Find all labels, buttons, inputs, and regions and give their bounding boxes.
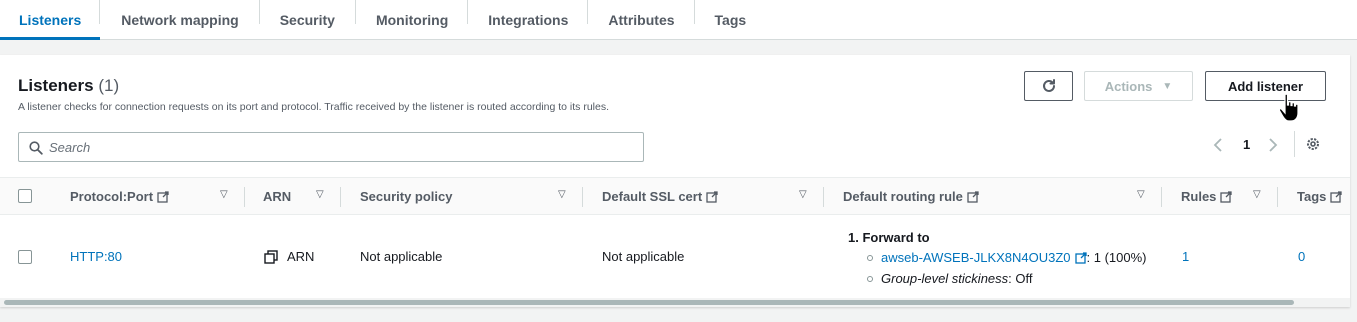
stickiness-label: Group-level stickiness [881, 271, 1009, 286]
column-default-routing-rule[interactable]: Default routing rule [843, 189, 979, 204]
stickiness-line: Group-level stickiness : Off [867, 271, 1032, 286]
tab-label: Monitoring [375, 11, 449, 28]
bullet-icon [867, 275, 873, 282]
add-listener-label: Add listener [1227, 78, 1304, 94]
tab-label: Security [279, 11, 335, 28]
listener-count: (1) [98, 76, 120, 95]
external-link-icon [1074, 251, 1087, 264]
external-link-icon [157, 190, 169, 203]
panel-description: A listener checks for connection request… [18, 101, 610, 113]
sort-caret-icon[interactable]: ▽ [220, 189, 228, 200]
tab-listeners[interactable]: Listeners [0, 0, 101, 40]
sort-caret-icon[interactable]: ▽ [799, 189, 807, 200]
column-tags[interactable]: Tags [1297, 189, 1343, 204]
security-policy-value: Not applicable [360, 249, 443, 264]
previous-page-button[interactable] [1213, 137, 1223, 153]
target-weight: : 1 (100%) [1086, 250, 1147, 265]
preferences-button[interactable] [1305, 136, 1321, 155]
routing-target-line: awseb-AWSEB-JLKX8N4OU3Z0 : 1 (100%) [867, 250, 1147, 265]
scrollbar-thumb[interactable] [4, 300, 1294, 305]
column-label: Default routing rule [843, 189, 963, 204]
refresh-icon [1042, 79, 1055, 92]
external-link-icon [1330, 190, 1343, 203]
table-header: Protocol:Port ▽ ARN ▽ Security policy ▽ … [0, 177, 1350, 215]
routing-rule-action: 1. Forward to [848, 230, 930, 245]
row-checkbox[interactable] [18, 250, 32, 264]
protocol-port-link[interactable]: HTTP:80 [70, 249, 122, 264]
actions-label: Actions [1104, 78, 1153, 94]
tab-label: Network mapping [121, 11, 239, 28]
tab-label: Attributes [608, 11, 675, 28]
ssl-cert-value: Not applicable [602, 249, 685, 264]
table-row: HTTP:80 ARN Not applicable Not applicabl… [0, 215, 1350, 295]
target-group-link[interactable]: awseb-AWSEB-JLKX8N4OU3Z0 [881, 250, 1071, 265]
listeners-panel: Listeners (1) A listener checks for conn… [0, 55, 1350, 307]
column-label: Protocol:Port [70, 189, 154, 204]
copy-icon [264, 249, 278, 264]
column-label: Default SSL cert [602, 189, 703, 204]
external-link-icon [967, 190, 979, 203]
column-default-ssl-cert[interactable]: Default SSL cert [602, 189, 718, 204]
arn-label: ARN [287, 249, 315, 264]
search-placeholder: Search [49, 139, 91, 155]
tab-integrations[interactable]: Integrations [468, 0, 589, 39]
tab-security[interactable]: Security [260, 0, 356, 39]
refresh-button[interactable] [1024, 71, 1073, 101]
sort-caret-icon[interactable]: ▽ [316, 189, 324, 200]
page-number[interactable]: 1 [1243, 137, 1250, 152]
sort-caret-icon[interactable]: ▽ [558, 189, 566, 200]
gear-icon [1307, 138, 1319, 150]
column-label: Rules [1181, 189, 1217, 204]
bullet-icon [867, 254, 873, 261]
next-page-button[interactable] [1268, 137, 1278, 153]
copy-arn-button[interactable]: ARN [264, 249, 314, 264]
horizontal-scrollbar[interactable] [0, 298, 1350, 307]
add-listener-button[interactable]: Add listener [1205, 71, 1326, 101]
column-protocol-port[interactable]: Protocol:Port [70, 189, 169, 204]
rules-count-link[interactable]: 1 [1182, 249, 1189, 264]
tab-label: Listeners [19, 11, 82, 28]
panel-title-text: Listeners [18, 76, 94, 95]
column-security-policy[interactable]: Security policy [360, 189, 452, 204]
tab-label: Integrations [488, 11, 569, 28]
external-link-icon [1220, 190, 1233, 203]
tab-monitoring[interactable]: Monitoring [356, 0, 469, 39]
tab-network-mapping[interactable]: Network mapping [100, 0, 260, 39]
actions-button[interactable]: Actions ▼ [1084, 71, 1193, 101]
external-link-icon [706, 190, 718, 203]
column-label: Tags [1297, 189, 1327, 204]
tab-label: Tags [714, 11, 747, 28]
select-all-checkbox[interactable] [18, 189, 32, 203]
tags-count-link[interactable]: 0 [1298, 249, 1305, 264]
column-label: ARN [263, 189, 292, 204]
panel-title: Listeners (1) [18, 76, 119, 96]
chevron-left-icon [1213, 138, 1222, 152]
chevron-right-icon [1269, 138, 1278, 152]
tab-bar: Listeners Network mapping Security Monit… [0, 0, 1357, 40]
sort-caret-icon[interactable]: ▽ [1253, 189, 1261, 200]
hand-cursor-icon [1278, 93, 1299, 122]
search-icon [29, 141, 43, 155]
search-input[interactable]: Search [18, 132, 644, 162]
column-arn[interactable]: ARN [263, 189, 291, 204]
column-label: Security policy [360, 189, 453, 204]
sort-caret-icon[interactable]: ▽ [1137, 189, 1145, 200]
caret-down-icon: ▼ [1162, 80, 1173, 92]
tab-attributes[interactable]: Attributes [588, 0, 695, 39]
column-rules[interactable]: Rules [1181, 189, 1233, 204]
stickiness-value: : Off [1008, 271, 1033, 286]
tab-tags[interactable]: Tags [695, 0, 767, 39]
pager-divider [1294, 131, 1295, 157]
